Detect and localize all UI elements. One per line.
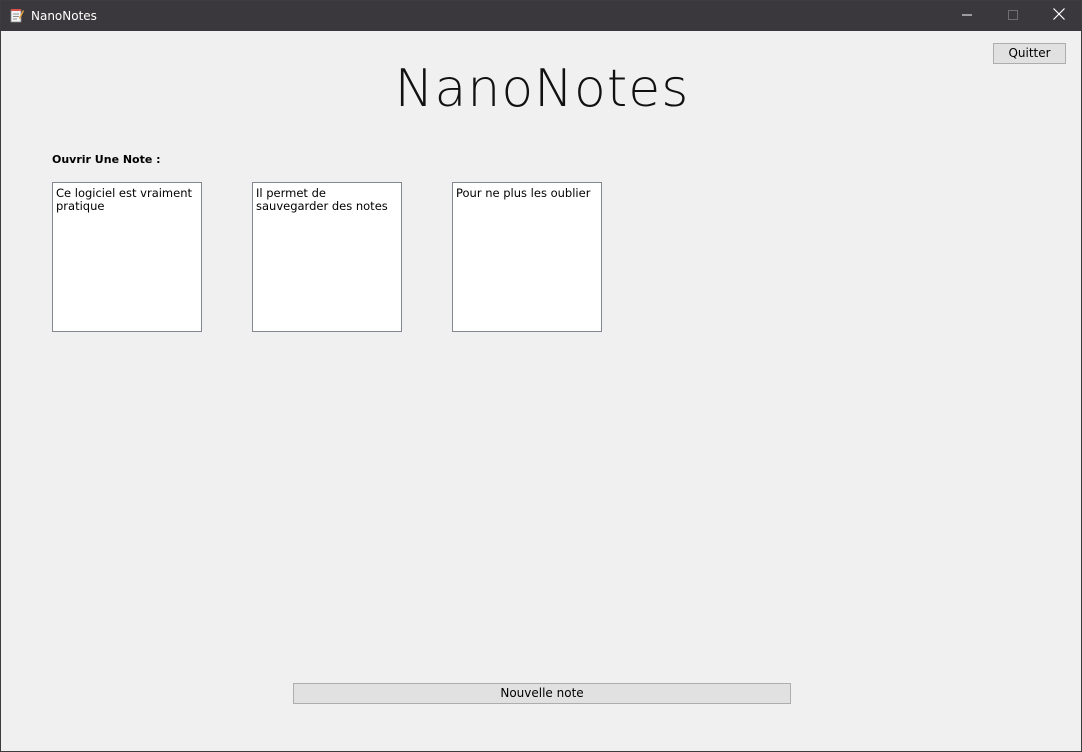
note-card-2[interactable]: Il permet de sauvegarder des notes (252, 182, 402, 332)
window-title: NanoNotes (31, 9, 97, 23)
app-window: NanoNotes Quitter NanoNotes Ouvrir Une N… (0, 0, 1082, 752)
minimize-icon (962, 7, 972, 25)
notepad-icon (10, 8, 24, 23)
open-note-label: Ouvrir Une Note : (52, 153, 161, 166)
new-note-button[interactable]: Nouvelle note (293, 683, 791, 704)
title-bar[interactable]: NanoNotes (1, 1, 1081, 31)
app-title: NanoNotes (394, 59, 690, 119)
note-card-1[interactable]: Ce logiciel est vraiment pratique (52, 182, 202, 332)
maximize-button[interactable] (990, 1, 1036, 31)
minimize-button[interactable] (944, 1, 990, 31)
close-icon (1053, 7, 1065, 25)
maximize-icon (1008, 7, 1018, 25)
close-button[interactable] (1036, 1, 1082, 31)
note-card-3[interactable]: Pour ne plus les oublier (452, 182, 602, 332)
